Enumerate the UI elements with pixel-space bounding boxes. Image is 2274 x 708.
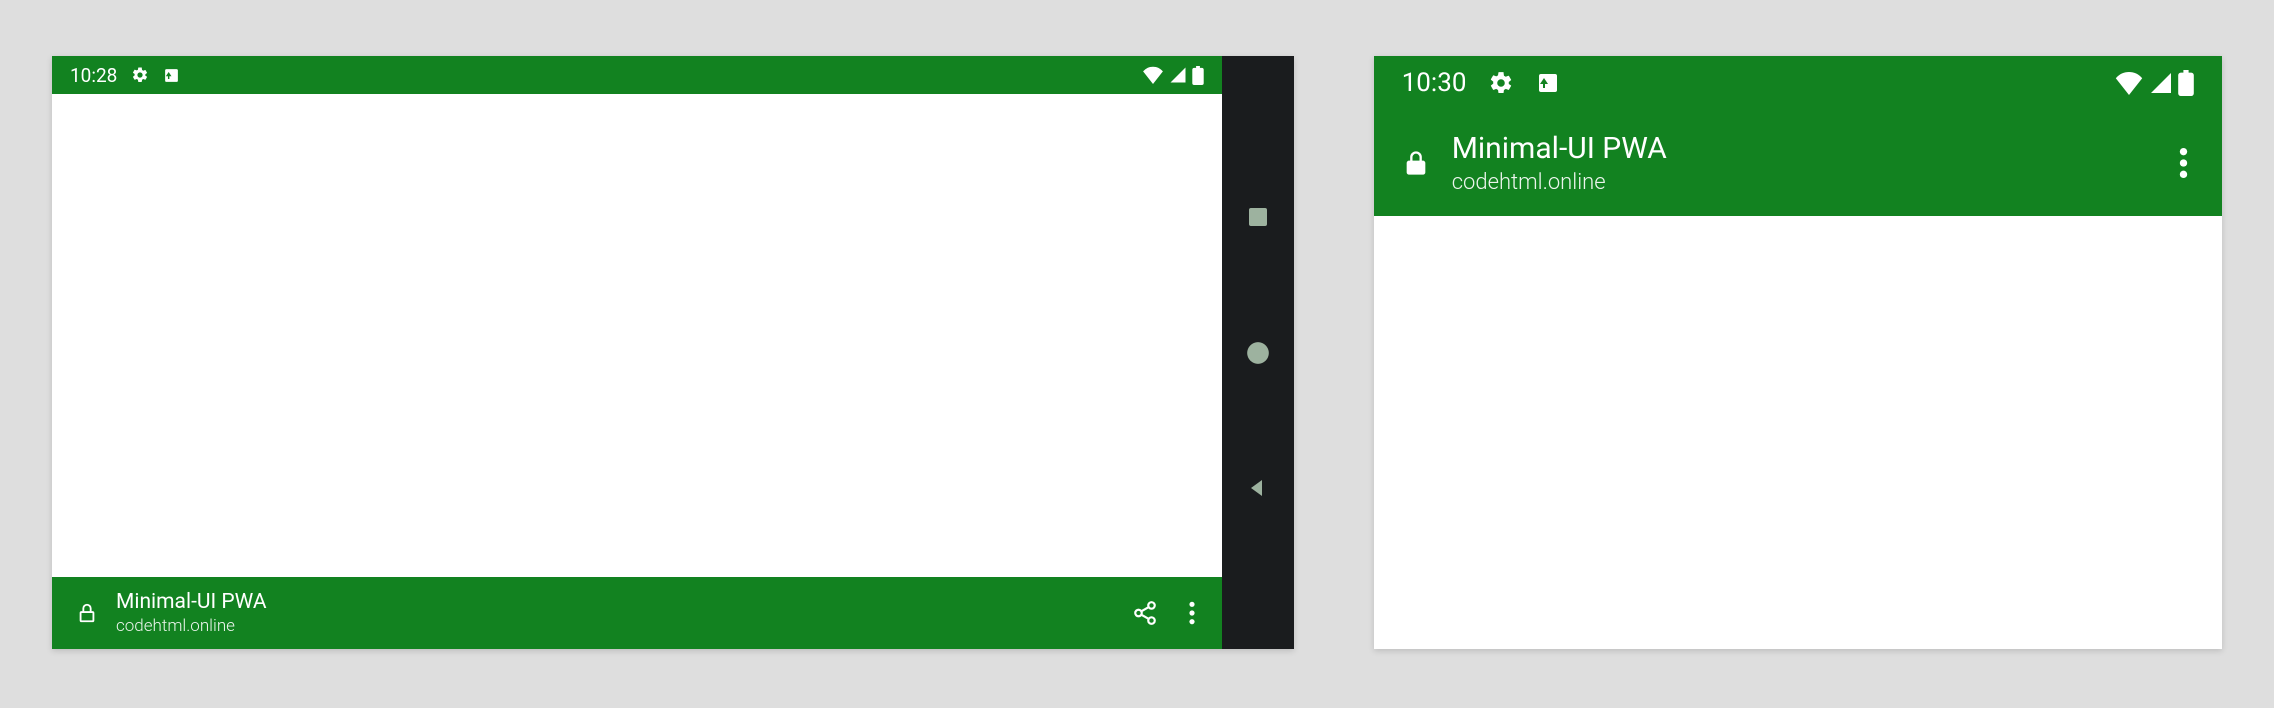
card-icon xyxy=(1536,71,1560,95)
wifi-icon xyxy=(2114,71,2144,95)
app-title: Minimal-UI PWA xyxy=(1452,130,2161,168)
card-icon xyxy=(163,67,180,84)
gear-icon xyxy=(1488,70,1514,96)
device-left-landscape: 10:28 xyxy=(52,56,1294,649)
nav-overview-button[interactable] xyxy=(1238,197,1278,237)
status-right xyxy=(1142,66,1204,85)
gear-icon xyxy=(131,66,149,84)
status-bar: 10:28 xyxy=(52,56,1222,94)
wifi-icon xyxy=(1142,66,1164,84)
status-right xyxy=(2114,70,2194,96)
address-text: Minimal-UI PWA codehtml.online xyxy=(116,589,1132,637)
share-icon[interactable] xyxy=(1132,600,1158,626)
nav-home-button[interactable] xyxy=(1238,333,1278,373)
address-bar: Minimal-UI PWA codehtml.online xyxy=(52,577,1222,649)
address-text: Minimal-UI PWA codehtml.online xyxy=(1452,130,2161,197)
address-actions xyxy=(1132,600,1208,626)
content-area xyxy=(1374,216,2222,649)
status-time: 10:30 xyxy=(1402,68,1467,98)
status-bar: 10:30 xyxy=(1374,56,2222,110)
app-url: codehtml.online xyxy=(116,616,1132,637)
device-left-screen: 10:28 xyxy=(52,56,1222,649)
system-nav-bar xyxy=(1222,56,1294,649)
app-title: Minimal-UI PWA xyxy=(116,589,1132,615)
device-right: 10:30 Minimal-UI PWA codeh xyxy=(1374,56,2222,649)
signal-icon xyxy=(2148,71,2174,95)
status-time: 10:28 xyxy=(70,64,117,87)
lock-icon xyxy=(1402,146,1430,180)
battery-icon xyxy=(1192,66,1204,85)
nav-back-button[interactable] xyxy=(1238,468,1278,508)
status-left: 10:30 xyxy=(1402,68,1561,98)
more-icon[interactable] xyxy=(2161,146,2206,180)
status-left: 10:28 xyxy=(70,64,180,87)
lock-icon xyxy=(76,600,98,626)
app-url: codehtml.online xyxy=(1452,169,2161,197)
signal-icon xyxy=(1168,66,1188,84)
address-bar: Minimal-UI PWA codehtml.online xyxy=(1374,110,2222,216)
more-icon[interactable] xyxy=(1188,600,1196,626)
battery-icon xyxy=(2178,70,2194,96)
content-area xyxy=(52,94,1222,577)
